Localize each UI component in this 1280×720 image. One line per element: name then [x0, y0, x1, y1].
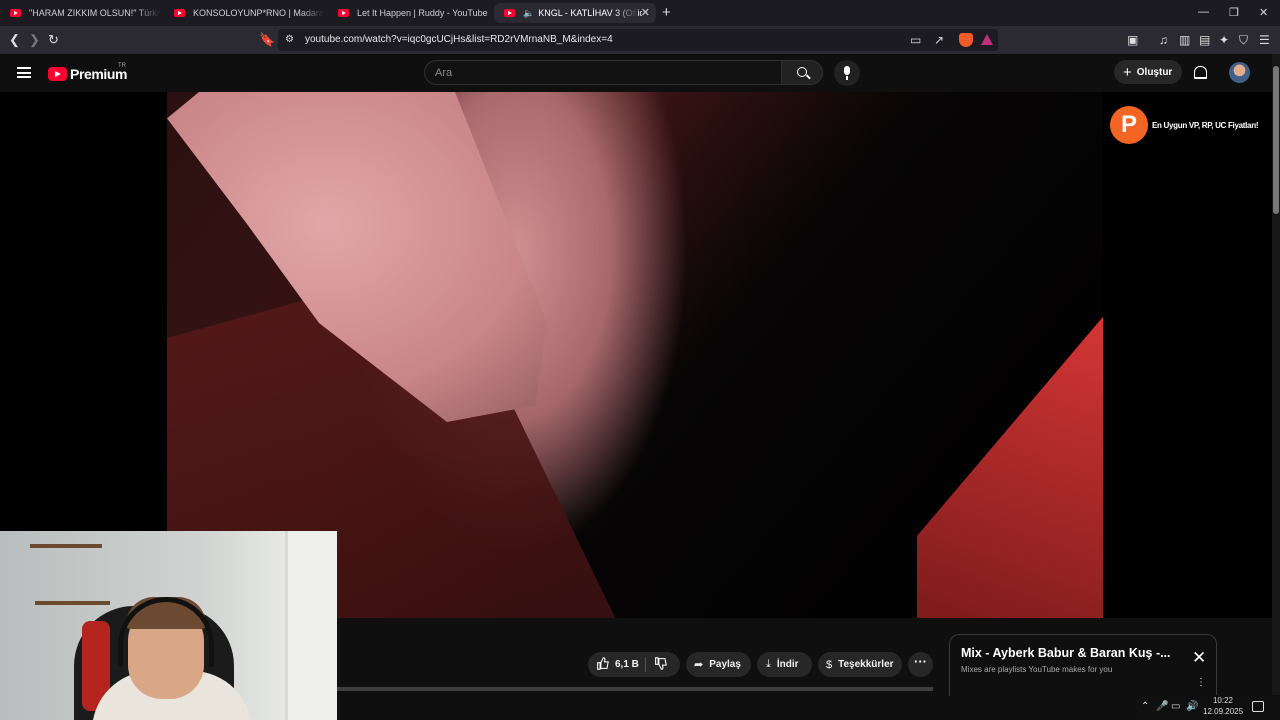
sponsor-overlay-text: En Uygun VP, RP, UC Fiyatları! — [1152, 121, 1259, 130]
youtube-play-icon — [48, 67, 67, 81]
avatar[interactable] — [1229, 62, 1250, 83]
wallet-icon[interactable]: ▤ — [1199, 33, 1210, 47]
minimize-icon[interactable]: — — [1198, 6, 1209, 18]
microphone-icon[interactable]: 🎤 — [1156, 701, 1168, 712]
close-tab-icon[interactable]: ✕ — [641, 6, 650, 19]
mix-title[interactable]: Mix - Ayberk Babur & Baran Kuş -... — [961, 646, 1171, 660]
menu-icon[interactable]: ☰ — [1259, 33, 1270, 47]
share-icon: ➦ — [694, 659, 704, 671]
media-icon[interactable]: ▣ — [1127, 33, 1138, 47]
system-clock[interactable]: 10:22 12.09.2025 — [1203, 695, 1243, 717]
screen: "HARAM ZIKKIM OLSUN!" Türkiye'de KONSOLO… — [0, 0, 1280, 720]
bookmark-icon[interactable]: 🔖 — [259, 32, 275, 48]
clock-date: 12.09.2025 — [1203, 707, 1244, 716]
like-icon[interactable] — [596, 657, 609, 670]
brave-shield-icon[interactable] — [959, 33, 973, 47]
region-code: TR — [118, 63, 126, 69]
create-button[interactable]: + Oluştur — [1114, 60, 1182, 84]
search-button[interactable] — [781, 60, 823, 85]
download-label: İndir — [776, 659, 799, 670]
scrollbar-thumb[interactable] — [1273, 66, 1279, 214]
sponsor-logo-letter: P — [1121, 111, 1138, 138]
voice-search-icon[interactable] — [834, 60, 860, 86]
cast-icon[interactable]: ▭ — [910, 33, 921, 47]
vpn-shield-icon[interactable]: ⛉ — [1239, 33, 1248, 48]
clock-time: 10:22 — [1212, 696, 1234, 705]
more-vert-icon[interactable]: ⋮ — [1196, 678, 1206, 688]
sidebar-icon[interactable]: ▥ — [1179, 33, 1190, 47]
create-label: Oluştur — [1136, 66, 1173, 78]
close-icon[interactable]: ✕ — [1192, 649, 1206, 666]
page-scrollbar[interactable] — [1272, 54, 1280, 720]
share-button[interactable]: ➦ Paylaş — [686, 652, 751, 677]
new-tab-icon[interactable]: + — [662, 5, 671, 20]
tab-label: Let It Happen | Ruddy - YouTube — [357, 8, 488, 18]
browser-tab[interactable]: KONSOLOYUNP*RNO | Madara Oldu — [164, 3, 324, 23]
rewards-icon[interactable] — [981, 34, 993, 45]
search-icon — [797, 67, 807, 77]
notifications-bell-icon[interactable] — [1194, 66, 1207, 79]
search-input[interactable]: Ara — [424, 60, 782, 85]
browser-toolbar: ❮ ❯ ↻ 🔖 ⚙ youtube.com/watch?v=iqc0gcUCjH… — [0, 26, 1280, 54]
restore-icon[interactable]: ❐ — [1229, 6, 1239, 19]
back-icon[interactable]: ❮ — [9, 32, 20, 48]
youtube-favicon-icon — [174, 9, 185, 17]
description-divider — [337, 687, 933, 691]
close-window-icon[interactable]: ✕ — [1259, 6, 1268, 19]
leo-ai-icon[interactable]: ✦ — [1219, 33, 1229, 47]
super-thanks-icon: $ — [826, 658, 833, 671]
youtube-favicon-icon — [504, 9, 515, 17]
youtube-favicon-icon — [10, 9, 21, 17]
url-text: youtube.com/watch?v=iqc0gcUCjHs&list=RD2… — [305, 34, 613, 45]
youtube-header: Premium TR Ara + Oluştur — [0, 54, 1280, 92]
forward-icon[interactable]: ❯ — [29, 32, 40, 48]
reload-icon[interactable]: ↻ — [48, 32, 59, 48]
download-icon: ⤓ — [766, 658, 771, 670]
music-icon[interactable]: ♫ — [1159, 33, 1168, 47]
dislike-icon[interactable] — [654, 657, 667, 670]
search-placeholder: Ara — [435, 67, 453, 79]
browser-tab-active[interactable]: 🔈 KNGL - KATLİHAV 3 (Offical V ✕ — [494, 3, 656, 23]
network-icon[interactable]: ▭ — [1171, 701, 1180, 712]
speaker-icon[interactable]: 🔈 — [523, 8, 534, 19]
browser-tab[interactable]: "HARAM ZIKKIM OLSUN!" Türkiye'de — [0, 3, 160, 23]
notification-center-icon[interactable] — [1252, 701, 1264, 712]
more-actions-button[interactable]: ··· — [908, 652, 933, 677]
thanks-label: Teşekkürler — [838, 659, 894, 670]
mix-playlist-panel[interactable]: Mix - Ayberk Babur & Baran Kuş -... Mixe… — [949, 634, 1217, 696]
mix-subtitle: Mixes are playlists YouTube makes for yo… — [961, 665, 1113, 674]
like-count[interactable]: 6,1 B — [615, 659, 639, 670]
volume-icon[interactable]: 🔊 — [1186, 701, 1198, 712]
youtube-favicon-icon — [338, 9, 349, 17]
like-dislike-group: 6,1 B — [588, 652, 680, 677]
download-button[interactable]: ⤓ İndir — [757, 652, 812, 677]
browser-tab-strip: "HARAM ZIKKIM OLSUN!" Türkiye'de KONSOLO… — [0, 0, 1280, 26]
guide-menu-icon[interactable] — [17, 67, 31, 78]
address-bar[interactable]: ⚙ youtube.com/watch?v=iqc0gcUCjHs&list=R… — [278, 29, 998, 51]
plus-icon: + — [1123, 63, 1132, 81]
sponsor-logo: P — [1110, 106, 1148, 144]
share-page-icon[interactable]: ↗ — [934, 33, 944, 47]
webcam-overlay — [0, 531, 337, 720]
show-hidden-icons-icon[interactable]: ⌃ — [1141, 701, 1149, 712]
browser-tab[interactable]: Let It Happen | Ruddy - YouTube — [328, 3, 488, 23]
thanks-button[interactable]: $ Teşekkürler — [818, 652, 902, 677]
youtube-premium-logo[interactable]: Premium — [48, 66, 128, 82]
site-settings-icon[interactable]: ⚙ — [285, 32, 294, 48]
share-label: Paylaş — [709, 659, 741, 670]
